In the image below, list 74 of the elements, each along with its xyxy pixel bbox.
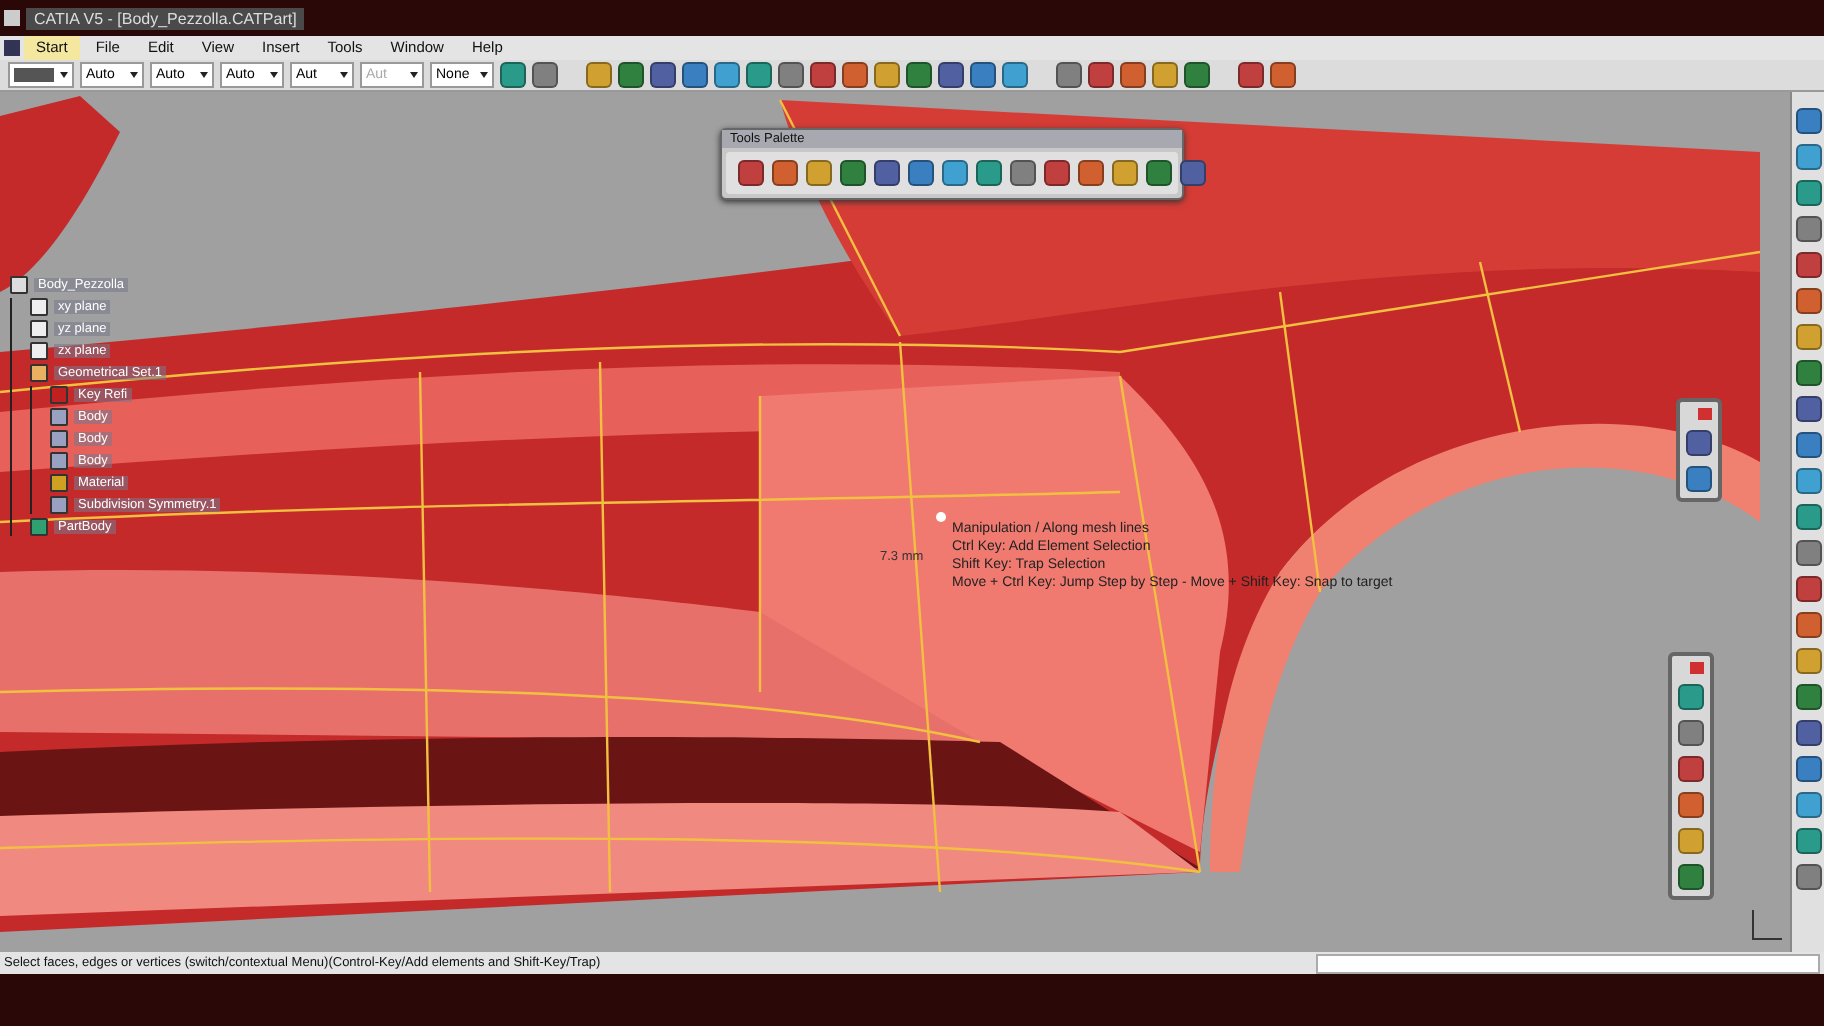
tool-icon[interactable] — [1795, 504, 1821, 530]
window-title: CATIA V5 - [Body_Pezzolla.CATPart] — [26, 7, 305, 29]
tool-icon[interactable] — [1795, 216, 1821, 242]
tool-icon[interactable] — [1795, 144, 1821, 170]
pointer-icon — [936, 512, 946, 522]
tool-icon[interactable] — [1088, 62, 1114, 88]
tool-icon[interactable] — [1795, 432, 1821, 458]
tool-icon[interactable] — [1795, 396, 1821, 422]
tool-icon[interactable] — [714, 62, 740, 88]
tool-icon[interactable] — [1795, 756, 1821, 782]
tool-icon[interactable] — [1795, 828, 1821, 854]
tool-icon[interactable] — [650, 62, 676, 88]
tool-icon[interactable] — [1795, 252, 1821, 278]
tool-icon[interactable] — [778, 62, 804, 88]
tool-icon[interactable] — [1795, 324, 1821, 350]
tool-icon[interactable] — [906, 62, 932, 88]
tool-icon[interactable] — [1270, 62, 1296, 88]
tool-icon[interactable] — [1678, 792, 1704, 818]
tool-icon[interactable] — [1795, 288, 1821, 314]
body-icon — [50, 496, 68, 514]
tool-icon[interactable] — [738, 160, 764, 186]
tool-icon[interactable] — [908, 160, 934, 186]
tool-icon[interactable] — [1795, 720, 1821, 746]
tool-icon[interactable] — [1686, 430, 1712, 456]
tool-icon[interactable] — [1795, 576, 1821, 602]
tool-icon[interactable] — [806, 160, 832, 186]
tool-icon[interactable] — [1795, 108, 1821, 134]
tool-icon[interactable] — [976, 160, 1002, 186]
tool-icon[interactable] — [1678, 684, 1704, 710]
tool-icon[interactable] — [746, 62, 772, 88]
tool-icon[interactable] — [1184, 62, 1210, 88]
tool-icon[interactable] — [1795, 180, 1821, 206]
tool-icon[interactable] — [874, 62, 900, 88]
tool-icon[interactable] — [1795, 684, 1821, 710]
tool-icon[interactable] — [970, 62, 996, 88]
tool-icon[interactable] — [1795, 360, 1821, 386]
tool-icon[interactable] — [810, 62, 836, 88]
tool-icon[interactable] — [532, 62, 558, 88]
tool-icon[interactable] — [1678, 864, 1704, 890]
tool-icon[interactable] — [840, 160, 866, 186]
tool-icon[interactable] — [1678, 828, 1704, 854]
tool-icon[interactable] — [1795, 540, 1821, 566]
app-icon — [4, 10, 20, 26]
tool-icon[interactable] — [1795, 792, 1821, 818]
color-dropdown[interactable] — [8, 62, 74, 88]
tool-icon[interactable] — [1795, 468, 1821, 494]
tool-icon[interactable] — [500, 62, 526, 88]
tool-icon[interactable] — [1795, 612, 1821, 638]
tool-icon[interactable] — [1056, 62, 1082, 88]
tool-icon[interactable] — [1120, 62, 1146, 88]
tool-icon[interactable] — [1795, 648, 1821, 674]
tool-icon[interactable] — [1146, 160, 1172, 186]
command-input-field[interactable] — [1316, 953, 1820, 973]
tool-icon[interactable] — [1112, 160, 1138, 186]
tool-icon[interactable] — [618, 62, 644, 88]
tool-icon[interactable] — [1686, 466, 1712, 492]
tool-icon[interactable] — [842, 62, 868, 88]
tool-icon[interactable] — [942, 160, 968, 186]
tool-icon[interactable] — [1238, 62, 1264, 88]
tool-icon[interactable] — [1152, 62, 1178, 88]
feature-icon — [50, 386, 68, 404]
tool-icon[interactable] — [772, 160, 798, 186]
tool-icon[interactable] — [1078, 160, 1104, 186]
tool-icon[interactable] — [682, 62, 708, 88]
tool-icon[interactable] — [1002, 62, 1028, 88]
tool-icon[interactable] — [1010, 160, 1036, 186]
tool-icon[interactable] — [1678, 720, 1704, 746]
tool-icon[interactable] — [938, 62, 964, 88]
tool-icon[interactable] — [586, 62, 612, 88]
tool-icon[interactable] — [1795, 864, 1821, 890]
tool-icon[interactable] — [1678, 756, 1704, 782]
compass-axis-icon — [1752, 910, 1782, 940]
tool-icon[interactable] — [1044, 160, 1070, 186]
tool-icon[interactable] — [874, 160, 900, 186]
